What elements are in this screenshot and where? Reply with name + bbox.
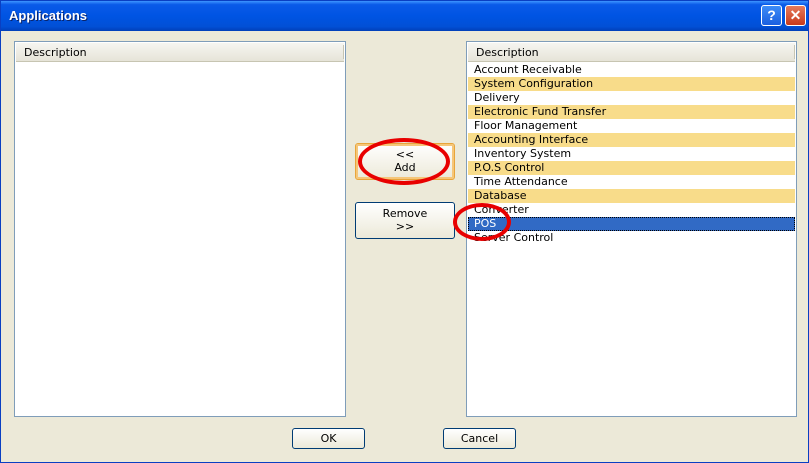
column-divider[interactable] [343, 45, 344, 59]
cancel-button-label: Cancel [460, 432, 499, 445]
list-item[interactable]: Database [468, 189, 795, 203]
close-icon: ✕ [789, 7, 802, 23]
cancel-button[interactable]: Cancel [443, 428, 516, 449]
list-item[interactable]: Time Attendance [468, 175, 795, 189]
ok-button-label: OK [320, 432, 337, 445]
remove-button-arrows: >> [395, 220, 415, 233]
column-header-label: Description [24, 46, 87, 59]
list-item[interactable]: Electronic Fund Transfer [468, 105, 795, 119]
title-bar[interactable]: Applications ? ✕ [1, 1, 808, 31]
add-button-arrows: << [395, 148, 415, 161]
help-icon: ? [767, 7, 776, 23]
ok-button[interactable]: OK [292, 428, 365, 449]
add-button[interactable]: << Add [355, 143, 455, 180]
installed-applications-list[interactable]: Description Account Receivable System Con… [466, 41, 797, 417]
help-button[interactable]: ? [761, 5, 782, 26]
list-item[interactable]: Server Control [468, 231, 795, 245]
list-item[interactable]: POS [468, 217, 795, 231]
list-item[interactable]: System Configuration [468, 77, 795, 91]
list-item[interactable]: Accounting Interface [468, 133, 795, 147]
remove-button-label: Remove [382, 207, 428, 220]
close-button[interactable]: ✕ [785, 5, 806, 26]
applications-dialog: Applications ? ✕ Description << Add Remo… [0, 0, 809, 463]
window-title: Applications [9, 8, 88, 23]
list-item[interactable]: P.O.S Control [468, 161, 795, 175]
column-divider[interactable] [794, 45, 795, 59]
remove-button[interactable]: Remove >> [355, 202, 455, 239]
add-button-label: Add [394, 161, 416, 174]
list-item[interactable]: Account Receivable [468, 63, 795, 77]
list-item[interactable]: Delivery [468, 91, 795, 105]
column-header-description[interactable]: Description [468, 43, 795, 62]
available-applications-list[interactable]: Description [14, 41, 346, 417]
list-rows: Account Receivable System Configuration De… [468, 63, 795, 245]
column-header-label: Description [476, 46, 539, 59]
list-item[interactable]: Converter [468, 203, 795, 217]
list-item[interactable]: Floor Management [468, 119, 795, 133]
column-header-description[interactable]: Description [16, 43, 344, 62]
list-item[interactable]: Inventory System [468, 147, 795, 161]
